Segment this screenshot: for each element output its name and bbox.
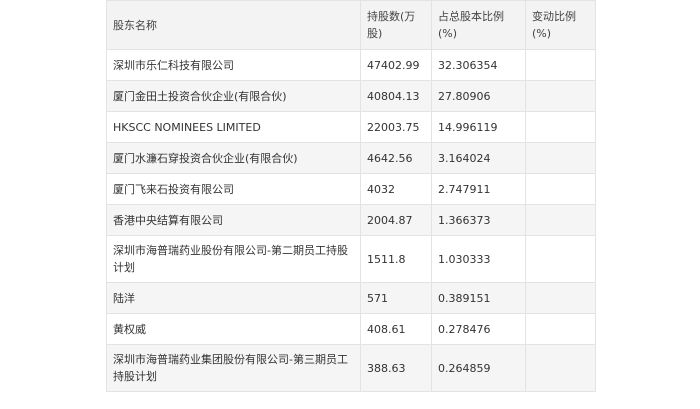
cell-shares: 1511.8 [360,235,432,283]
cell-ratio: 0.278476 [431,313,526,345]
cell-name: 香港中央结算有限公司 [106,204,361,236]
cell-shares: 388.63 [360,344,432,392]
cell-ratio: 32.306354 [431,49,526,81]
table-row: 陆洋 571 0.389151 [106,282,596,314]
cell-change [525,282,596,314]
cell-ratio: 0.389151 [431,282,526,314]
cell-change [525,313,596,345]
cell-change [525,111,596,143]
table-row: 厦门水濂石穿投资合伙企业(有限合伙) 4642.56 3.164024 [106,142,596,174]
cell-change [525,142,596,174]
cell-ratio: 0.264859 [431,344,526,392]
cell-shares: 47402.99 [360,49,432,81]
cell-ratio: 27.80906 [431,80,526,112]
table-row: 厦门飞来石投资有限公司 4032 2.747911 [106,173,596,205]
cell-name: HKSCC NOMINEES LIMITED [106,111,361,143]
cell-ratio: 14.996119 [431,111,526,143]
table-row: 厦门金田土投资合伙企业(有限合伙) 40804.13 27.80906 [106,80,596,112]
table-row: 深圳市海普瑞药业股份有限公司-第二期员工持股计划 1511.8 1.030333 [106,235,596,283]
cell-name: 厦门水濂石穿投资合伙企业(有限合伙) [106,142,361,174]
header-change: 变动比例(%) [525,0,596,50]
header-shares: 持股数(万股) [360,0,432,50]
cell-name: 深圳市海普瑞药业集团股份有限公司-第三期员工持股计划 [106,344,361,392]
cell-change [525,344,596,392]
cell-shares: 571 [360,282,432,314]
cell-change [525,235,596,283]
cell-shares: 4642.56 [360,142,432,174]
cell-name: 黄权威 [106,313,361,345]
table-row: 深圳市海普瑞药业集团股份有限公司-第三期员工持股计划 388.63 0.2648… [106,344,596,392]
cell-shares: 2004.87 [360,204,432,236]
cell-change [525,49,596,81]
cell-name: 厦门金田土投资合伙企业(有限合伙) [106,80,361,112]
cell-shares: 40804.13 [360,80,432,112]
cell-name: 深圳市海普瑞药业股份有限公司-第二期员工持股计划 [106,235,361,283]
table-header-row: 股东名称 持股数(万股) 占总股本比例(%) 变动比例(%) [106,0,596,50]
cell-change [525,204,596,236]
cell-shares: 22003.75 [360,111,432,143]
cell-name: 深圳市乐仁科技有限公司 [106,49,361,81]
table-row: 香港中央结算有限公司 2004.87 1.366373 [106,204,596,236]
cell-ratio: 3.164024 [431,142,526,174]
cell-name: 厦门飞来石投资有限公司 [106,173,361,205]
table-row: HKSCC NOMINEES LIMITED 22003.75 14.99611… [106,111,596,143]
table-row: 黄权威 408.61 0.278476 [106,313,596,345]
cell-shares: 4032 [360,173,432,205]
cell-shares: 408.61 [360,313,432,345]
header-ratio: 占总股本比例(%) [431,0,526,50]
cell-ratio: 1.366373 [431,204,526,236]
table-row: 深圳市乐仁科技有限公司 47402.99 32.306354 [106,49,596,81]
shareholder-table: 股东名称 持股数(万股) 占总股本比例(%) 变动比例(%) 深圳市乐仁科技有限… [106,0,596,392]
cell-ratio: 1.030333 [431,235,526,283]
cell-name: 陆洋 [106,282,361,314]
cell-ratio: 2.747911 [431,173,526,205]
cell-change [525,173,596,205]
cell-change [525,80,596,112]
header-shareholder-name: 股东名称 [106,0,361,50]
